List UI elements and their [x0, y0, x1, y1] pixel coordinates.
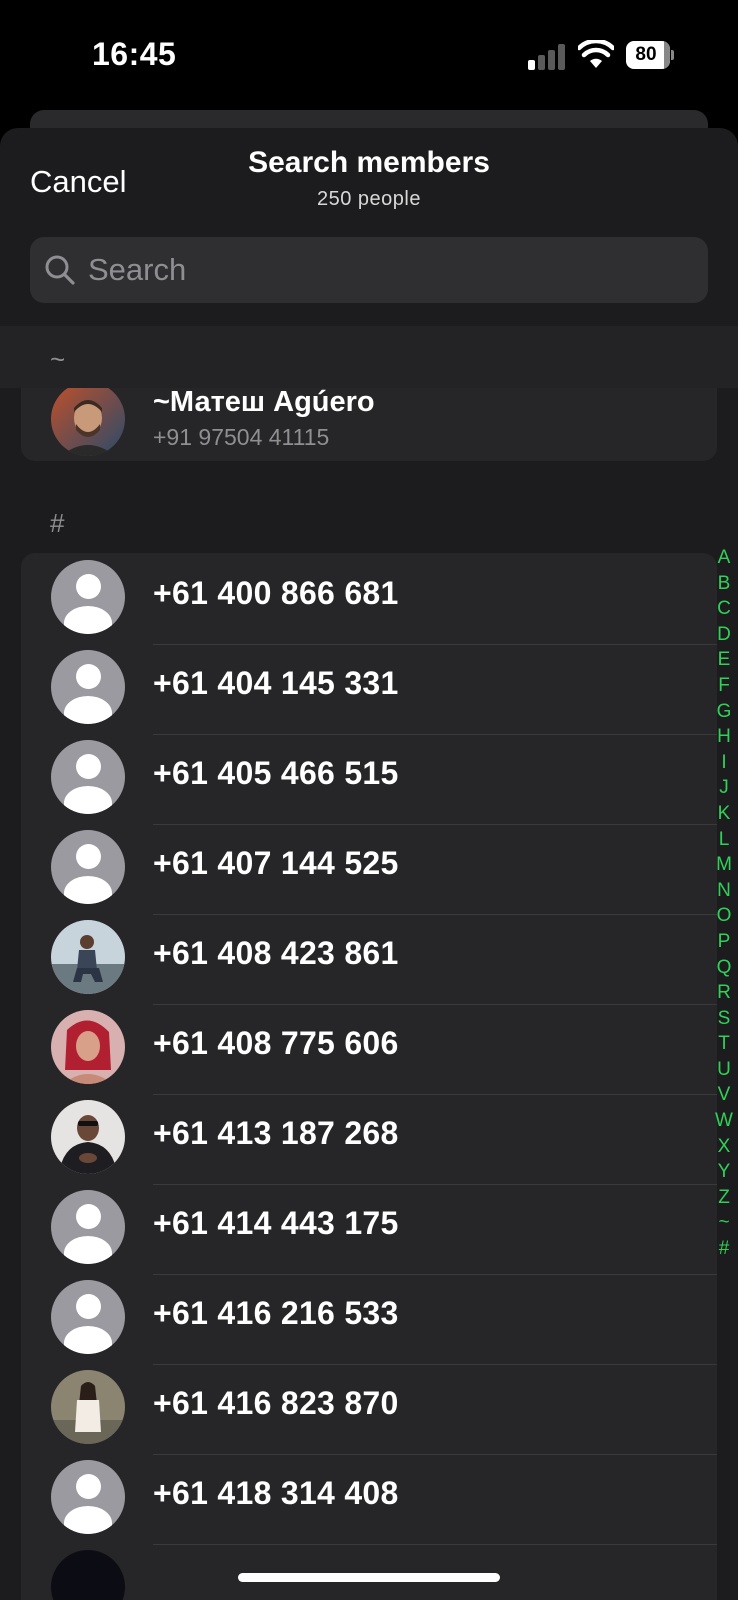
avatar	[51, 1370, 125, 1444]
avatar	[51, 1010, 125, 1084]
search-icon	[45, 255, 75, 285]
section-header-tilde: ~	[0, 326, 738, 388]
section-index-bar[interactable]: A B C D E F G H I J K L M N O P Q R S T …	[713, 545, 735, 1262]
avatar	[51, 920, 125, 994]
search-input[interactable]	[88, 237, 688, 303]
cellular-signal-icon	[528, 44, 568, 70]
search-members-sheet: Cancel Search members 250 people ~ ~Мате…	[0, 128, 738, 1600]
avatar	[51, 1550, 125, 1600]
index-letter[interactable]: P	[713, 929, 735, 955]
list-item[interactable]: +61 416 823 870	[21, 1363, 717, 1455]
default-avatar-icon	[51, 830, 125, 904]
index-letter[interactable]: N	[713, 878, 735, 904]
index-letter[interactable]: A	[713, 545, 735, 571]
index-letter[interactable]: W	[713, 1108, 735, 1134]
member-phone: +61 404 145 331	[153, 665, 399, 701]
member-row-featured[interactable]: ~Матеш Agúero +91 97504 41115	[21, 388, 717, 461]
member-phone: +61 408 423 861	[153, 935, 399, 971]
index-letter[interactable]: G	[713, 699, 735, 725]
members-list: +61 400 866 681 +61 404 145 331 +61 405 …	[21, 553, 717, 1600]
list-item[interactable]: +61 408 423 861	[21, 913, 717, 1005]
list-item[interactable]: +61 404 145 331	[21, 643, 717, 735]
battery-level: 80	[635, 44, 657, 65]
search-bar[interactable]	[30, 237, 708, 303]
index-letter[interactable]: O	[713, 903, 735, 929]
index-letter[interactable]: H	[713, 724, 735, 750]
status-bar: 16:45 80	[0, 0, 738, 110]
index-letter[interactable]: R	[713, 980, 735, 1006]
index-letter[interactable]: D	[713, 622, 735, 648]
index-letter[interactable]: Q	[713, 955, 735, 981]
list-item[interactable]: +61 407 144 525	[21, 823, 717, 915]
member-phone: +61 414 443 175	[153, 1205, 399, 1241]
avatar	[51, 388, 125, 456]
section-header-hash: #	[50, 508, 65, 538]
member-phone: +61 405 466 515	[153, 755, 399, 791]
list-item[interactable]: +61 416 216 533	[21, 1273, 717, 1365]
member-phone: +61 418 314 408	[153, 1475, 399, 1511]
section-label-tilde: ~	[50, 344, 66, 374]
index-letter[interactable]: F	[713, 673, 735, 699]
avatar	[51, 1100, 125, 1174]
member-phone: +61 416 823 870	[153, 1385, 399, 1421]
home-indicator[interactable]	[238, 1573, 500, 1582]
members-count: 250 people	[317, 188, 421, 210]
index-letter[interactable]: Y	[713, 1159, 735, 1185]
member-phone: +61 413 187 268	[153, 1115, 399, 1151]
index-letter[interactable]: I	[713, 750, 735, 776]
list-item[interactable]: +61 400 866 681	[21, 553, 717, 645]
member-phone: +61 408 775 606	[153, 1025, 399, 1061]
status-time: 16:45	[92, 36, 177, 72]
list-item[interactable]: +61 414 443 175	[21, 1183, 717, 1275]
index-letter[interactable]: J	[713, 775, 735, 801]
default-avatar-icon	[51, 1280, 125, 1354]
list-item[interactable]: +61 413 187 268	[21, 1093, 717, 1185]
default-avatar-icon	[51, 560, 125, 634]
index-letter[interactable]: K	[713, 801, 735, 827]
index-letter[interactable]: T	[713, 1031, 735, 1057]
index-letter[interactable]: S	[713, 1006, 735, 1032]
member-phone: +61 400 866 681	[153, 575, 399, 611]
sheet-title: Search members	[248, 146, 490, 179]
index-letter[interactable]: L	[713, 827, 735, 853]
member-name: ~Матеш Agúero	[153, 388, 375, 418]
list-item[interactable]	[21, 1543, 717, 1600]
default-avatar-icon	[51, 650, 125, 724]
list-item[interactable]: +61 405 466 515	[21, 733, 717, 825]
list-item[interactable]: +61 418 314 408	[21, 1453, 717, 1545]
index-letter[interactable]: Z	[713, 1185, 735, 1211]
member-phone: +91 97504 41115	[153, 424, 330, 450]
list-item[interactable]: +61 408 775 606	[21, 1003, 717, 1095]
index-letter[interactable]: ~	[713, 1210, 735, 1236]
index-letter[interactable]: #	[713, 1236, 735, 1262]
index-letter[interactable]: E	[713, 647, 735, 673]
wifi-icon	[578, 40, 614, 68]
default-avatar-icon	[51, 740, 125, 814]
default-avatar-icon	[51, 1460, 125, 1534]
index-letter[interactable]: B	[713, 571, 735, 597]
member-phone: +61 416 216 533	[153, 1295, 399, 1331]
default-avatar-icon	[51, 1190, 125, 1264]
index-letter[interactable]: C	[713, 596, 735, 622]
index-letter[interactable]: U	[713, 1057, 735, 1083]
index-letter[interactable]: X	[713, 1134, 735, 1160]
member-phone: +61 407 144 525	[153, 845, 399, 881]
index-letter[interactable]: M	[713, 852, 735, 878]
index-letter[interactable]: V	[713, 1082, 735, 1108]
battery-icon: 80	[626, 41, 674, 69]
